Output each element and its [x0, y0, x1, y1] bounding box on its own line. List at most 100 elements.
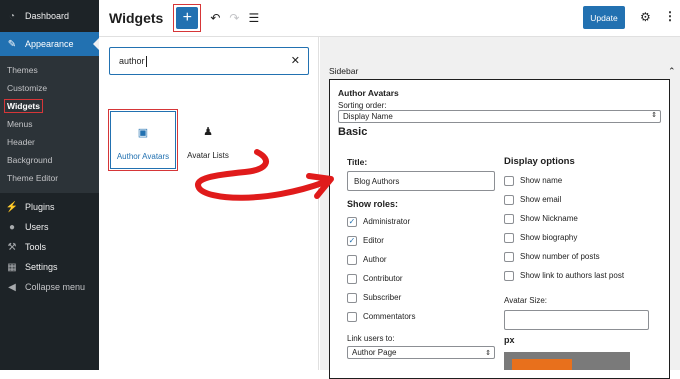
select-arrows-icon: ⇕ [485, 349, 491, 357]
display-option[interactable]: Show email [504, 190, 664, 209]
brush-icon: ✎ [7, 38, 17, 50]
preview-graphic [512, 359, 572, 370]
link-users-select[interactable]: Author Page ⇕ [347, 346, 495, 359]
display-option[interactable]: Show name [504, 171, 664, 190]
submenu-item-widgets[interactable]: Widgets [0, 97, 99, 115]
submenu-item-theme-editor[interactable]: Theme Editor [0, 169, 99, 187]
px-label: px [504, 335, 515, 345]
dashboard-icon: ◔ [8, 10, 16, 22]
undo-icon[interactable]: ↶ [210, 11, 220, 25]
display-option[interactable]: Show Nickname [504, 209, 664, 228]
sidebar-item-plugins[interactable]: ⚡ Plugins [0, 197, 99, 217]
display-option-label: Show number of posts [520, 252, 600, 261]
sidebar-item-label: Settings [25, 262, 58, 272]
role-label: Contributor [363, 274, 403, 283]
role-option[interactable]: Contributor [347, 269, 497, 288]
widget-left-column: Title: Blog Authors Show roles: ✓ Adminis… [347, 157, 497, 359]
page-title: Widgets [109, 10, 164, 26]
display-checkbox[interactable] [504, 213, 514, 224]
role-option[interactable]: ✓ Editor [347, 231, 497, 250]
display-option-label: Show name [520, 176, 563, 185]
sorting-label: Sorting order: [338, 101, 387, 110]
role-label: Author [363, 255, 387, 264]
sidebar-item-collapse[interactable]: ◀ Collapse menu [0, 277, 99, 297]
role-checkbox[interactable] [347, 311, 357, 322]
wrench-icon: ⚒ [7, 241, 17, 253]
display-options-heading: Display options [504, 156, 575, 167]
display-option-label: Show link to authors last post [520, 271, 625, 280]
title-field[interactable]: Blog Authors [347, 171, 495, 191]
role-label: Subscriber [363, 293, 402, 302]
show-roles-label: Show roles: [347, 199, 399, 209]
collapse-icon: ◀ [8, 281, 16, 293]
sidebar-item-appearance[interactable]: ✎ Appearance [0, 32, 99, 56]
update-button[interactable]: Update [583, 6, 625, 29]
avatar-size-label: Avatar Size: [504, 296, 547, 305]
admin-sidebar: ◔ Dashboard ✎ Appearance Themes Customiz… [0, 0, 99, 370]
display-option[interactable]: Show number of posts [504, 247, 664, 266]
chevron-up-icon[interactable]: ⌃ [668, 66, 676, 77]
submenu-item-menus[interactable]: Menus [0, 115, 99, 133]
display-checkbox[interactable] [504, 232, 514, 243]
more-options-icon[interactable]: ⋮ [664, 9, 676, 23]
sidebar-item-dashboard[interactable]: ◔ Dashboard [0, 0, 99, 32]
display-checkbox[interactable] [504, 270, 514, 281]
role-checkbox[interactable]: ✓ [347, 235, 357, 246]
role-checkbox[interactable]: ✓ [347, 216, 357, 227]
sidebar-item-label: Collapse menu [25, 282, 86, 292]
link-users-value: Author Page [352, 348, 397, 357]
role-checkbox[interactable] [347, 254, 357, 265]
widget-title: Author Avatars [338, 88, 399, 98]
submenu-item-themes[interactable]: Themes [0, 61, 99, 79]
display-option[interactable]: Show biography [504, 228, 664, 247]
roles-list: ✓ Administrator ✓ Editor Author Contributor Su… [347, 212, 497, 326]
avatar-size-field[interactable] [504, 310, 649, 330]
editor-header: Widgets + ↶ ↷ ☰ Update ⚙ ⋮ [99, 0, 680, 37]
block-search-input[interactable]: author ✕ [109, 47, 309, 75]
sidebar-item-label: Users [25, 222, 49, 232]
submenu-item-header[interactable]: Header [0, 133, 99, 151]
add-block-highlight: + [173, 4, 202, 32]
block-label: Author Avatars [116, 152, 170, 161]
appearance-submenu: Themes Customize Widgets Menus Header Ba… [0, 56, 99, 193]
sidebar-item-settings[interactable]: ▦ Settings [0, 257, 99, 277]
annotation-arrow [195, 149, 334, 201]
role-label: Editor [363, 236, 384, 245]
calendar-icon: ▣ [137, 127, 149, 139]
redo-icon[interactable]: ↷ [229, 11, 239, 25]
submenu-item-background[interactable]: Background [0, 151, 99, 169]
widget-area-title[interactable]: Sidebar [329, 66, 358, 76]
display-checkbox[interactable] [504, 251, 514, 262]
plugin-icon: ⚡ [5, 201, 19, 213]
role-option[interactable]: Commentators [347, 307, 497, 326]
sidebar-item-tools[interactable]: ⚒ Tools [0, 237, 99, 257]
display-checkbox[interactable] [504, 175, 514, 186]
sidebar-item-label: Plugins [25, 202, 55, 212]
sidebar-item-label: Tools [25, 242, 47, 252]
role-checkbox[interactable] [347, 292, 357, 303]
search-value: author [119, 56, 145, 66]
avatar-preview-image [504, 352, 630, 370]
submenu-item-customize[interactable]: Customize [0, 79, 99, 97]
role-label: Administrator [363, 217, 411, 226]
title-label: Title: [347, 157, 368, 167]
list-view-icon[interactable]: ☰ [248, 11, 259, 25]
basic-heading: Basic [338, 126, 368, 138]
role-checkbox[interactable] [347, 273, 357, 284]
display-option-label: Show email [520, 195, 562, 204]
block-author-avatars[interactable]: ▣ Author Avatars [108, 109, 178, 171]
users-icon: ● [8, 221, 16, 233]
gear-icon[interactable]: ⚙ [640, 10, 651, 24]
display-checkbox[interactable] [504, 194, 514, 205]
display-options-list: Show name Show email Show Nickname Show bio… [504, 171, 664, 285]
add-block-button[interactable]: + [176, 7, 199, 29]
clear-search-icon[interactable]: ✕ [291, 54, 300, 67]
sorting-select[interactable]: Display Name ⇕ [338, 110, 661, 123]
role-option[interactable]: Author [347, 250, 497, 269]
role-option[interactable]: Subscriber [347, 288, 497, 307]
submenu-item-label: Widgets [4, 99, 43, 113]
link-users-label: Link users to: [347, 334, 395, 343]
display-option[interactable]: Show link to authors last post [504, 266, 664, 285]
role-option[interactable]: ✓ Administrator [347, 212, 497, 231]
sidebar-item-users[interactable]: ● Users [0, 217, 99, 237]
